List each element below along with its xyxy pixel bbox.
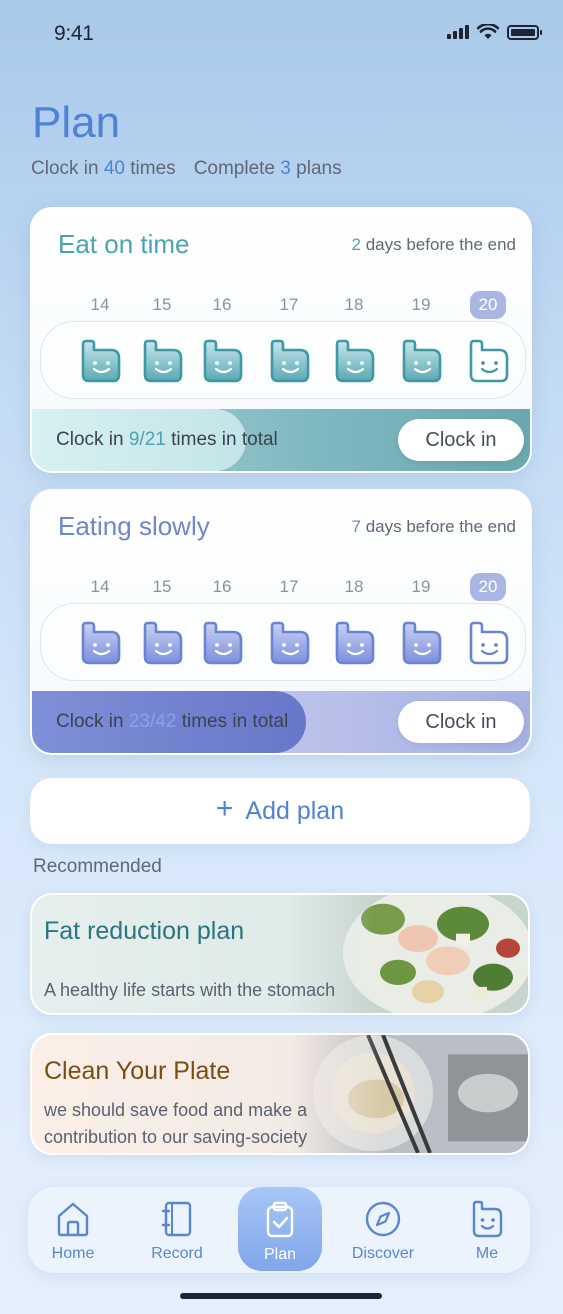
date-label: 14 (90, 295, 110, 314)
complete-prefix: Complete (193, 158, 276, 179)
date-today: 20 (470, 291, 506, 319)
plan-summary: Clock in 40 times Complete 3 plans (31, 158, 342, 180)
checked-in-face-icon[interactable] (333, 338, 377, 384)
progress-value: 9/21 (128, 429, 166, 450)
tab-label: Plan (263, 1246, 297, 1263)
plus-icon: + (215, 792, 234, 825)
progress-bar: Clock in 9/21 times in total Clock in (32, 409, 530, 471)
checked-in-face-icon[interactable] (268, 338, 312, 384)
checked-in-face-icon[interactable] (79, 338, 123, 384)
compass-icon (365, 1201, 401, 1237)
progress-text: Clock in 9/21 times in total (56, 429, 278, 451)
tab-label: Record (151, 1245, 203, 1262)
home-icon (57, 1202, 89, 1237)
plan-name: Eating slowly (58, 511, 210, 541)
checked-in-face-icon[interactable] (201, 338, 245, 384)
checked-in-face-icon[interactable] (400, 620, 444, 666)
status-icons (447, 24, 542, 40)
date-row: 14 15 16 17 18 19 20 (72, 573, 512, 601)
days-left-label: days before the end (365, 235, 516, 254)
checkin-track (40, 603, 526, 681)
plan-card[interactable]: Eating slowly 7 days before the end 14 15… (30, 489, 532, 755)
date-label: 18 (344, 577, 364, 596)
add-plan-button[interactable]: + Add plan (30, 778, 530, 844)
tab-record[interactable]: Record (132, 1187, 222, 1273)
days-left: 2 days before the end (352, 235, 516, 255)
checked-in-face-icon[interactable] (141, 338, 185, 384)
progress-prefix: Clock in (56, 711, 124, 732)
complete-suffix: plans (296, 158, 342, 179)
status-time: 9:41 (54, 22, 94, 45)
progress-suffix: times in total (181, 711, 289, 732)
checked-in-face-icon[interactable] (201, 620, 245, 666)
battery-icon (507, 24, 542, 40)
date-label: 16 (212, 295, 232, 314)
wifi-icon (477, 24, 499, 39)
notebook-icon (161, 1201, 192, 1237)
plan-card[interactable]: Eat on time 2 days before the end 14 15 16… (30, 207, 532, 473)
tab-home[interactable]: Home (28, 1187, 118, 1273)
days-left: 7 days before the end (352, 517, 516, 537)
recommended-name: Fat reduction plan (44, 917, 245, 945)
tab-label: Discover (351, 1245, 415, 1262)
recommended-description: we should save food and make a contribut… (44, 1100, 308, 1147)
clock-in-count: 40 (103, 158, 125, 179)
tab-plan[interactable]: Plan (235, 1188, 325, 1274)
tab-bar: Home Record Plan Discover Me (28, 1187, 530, 1273)
complete-count: 3 (280, 158, 291, 179)
date-label: 19 (411, 295, 431, 314)
checked-in-face-icon[interactable] (141, 620, 185, 666)
page-title: Plan (32, 98, 121, 147)
clock-in-prefix: Clock in (31, 158, 99, 179)
progress-text: Clock in 23/42 times in total (56, 711, 288, 733)
signal-icon (447, 25, 469, 39)
tab-me[interactable]: Me (442, 1187, 532, 1273)
pending-face-icon[interactable] (467, 338, 511, 384)
date-label: 16 (212, 577, 232, 596)
recommended-name: Clean Your Plate (44, 1057, 231, 1085)
plan-name: Eat on time (58, 229, 190, 259)
progress-value: 23/42 (128, 711, 177, 732)
recommended-description: A healthy life starts with the stomach (44, 980, 336, 1000)
checked-in-face-icon[interactable] (268, 620, 312, 666)
date-label: 17 (279, 577, 299, 596)
date-label: 18 (344, 295, 364, 314)
checked-in-face-icon[interactable] (400, 338, 444, 384)
status-bar: 9:41 (0, 0, 563, 70)
checkin-track (40, 321, 526, 399)
progress-prefix: Clock in (56, 429, 124, 450)
add-plan-label: Add plan (245, 796, 345, 825)
recommended-title: Recommended (33, 856, 162, 877)
home-indicator (180, 1293, 382, 1299)
date-label: 19 (411, 577, 431, 596)
date-row: 14 15 16 17 18 19 20 (72, 291, 512, 319)
progress-suffix: times in total (171, 429, 278, 450)
date-label: 14 (90, 577, 110, 596)
date-label: 15 (152, 577, 172, 596)
date-label: 15 (152, 295, 172, 314)
days-left-count: 2 (351, 235, 361, 254)
smile-face-icon (472, 1200, 503, 1238)
clock-in-button[interactable]: Clock in (398, 419, 524, 461)
days-left-label: days before the end (365, 517, 516, 536)
recommended-card[interactable]: Fat reduction plan A healthy life starts… (30, 893, 530, 1015)
tab-label: Me (475, 1245, 499, 1262)
tab-label: Home (51, 1245, 95, 1262)
checked-in-face-icon[interactable] (79, 620, 123, 666)
checked-in-face-icon[interactable] (333, 620, 377, 666)
progress-bar: Clock in 23/42 times in total Clock in (32, 691, 530, 753)
date-today: 20 (470, 573, 506, 601)
days-left-count: 7 (351, 517, 361, 536)
pending-face-icon[interactable] (467, 620, 511, 666)
recommended-card[interactable]: Clean Your Plate we should save food and… (30, 1033, 530, 1155)
clock-in-suffix: times (130, 158, 176, 179)
tab-discover[interactable]: Discover (338, 1187, 428, 1273)
clipboard-check-icon (266, 1201, 294, 1238)
clock-in-button[interactable]: Clock in (398, 701, 524, 743)
date-label: 17 (279, 295, 299, 314)
